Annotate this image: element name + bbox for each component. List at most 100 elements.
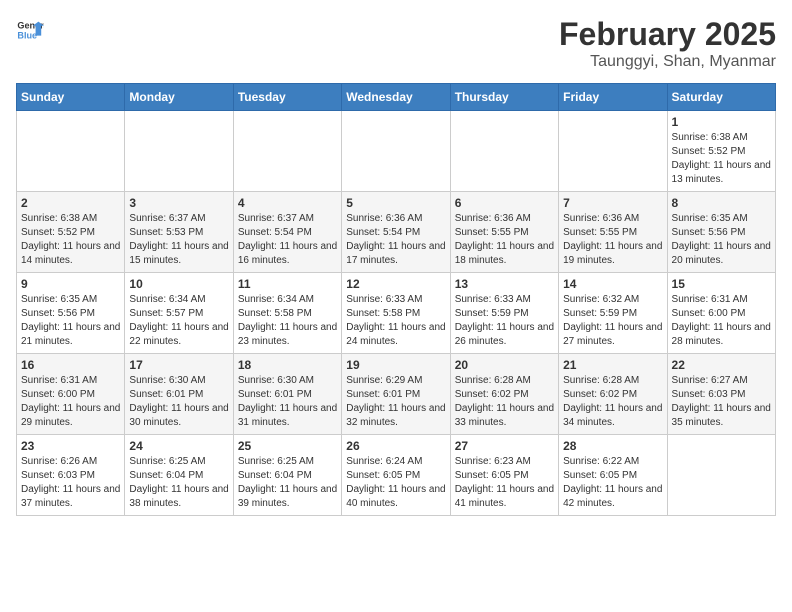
weekday-header-friday: Friday <box>559 84 667 111</box>
calendar-cell: 10Sunrise: 6:34 AM Sunset: 5:57 PM Dayli… <box>125 273 233 354</box>
day-info: Sunrise: 6:30 AM Sunset: 6:01 PM Dayligh… <box>238 374 337 430</box>
day-info: Sunrise: 6:35 AM Sunset: 5:56 PM Dayligh… <box>672 212 771 268</box>
calendar-cell: 19Sunrise: 6:29 AM Sunset: 6:01 PM Dayli… <box>342 354 450 435</box>
day-number: 10 <box>129 277 228 291</box>
calendar-cell: 20 Sunrise: 6:28 AM Sunset: 6:02 PM Dayli… <box>450 354 558 435</box>
day-info: Sunrise: 6:23 AM Sunset: 6:05 PM Dayligh… <box>455 455 554 511</box>
day-number: 3 <box>129 196 228 210</box>
day-info: Sunrise: 6:34 AM Sunset: 5:58 PM Dayligh… <box>238 293 337 349</box>
calendar-cell <box>450 111 558 192</box>
day-number: 25 <box>238 439 337 453</box>
day-number: 16 <box>21 358 120 372</box>
day-number: 8 <box>672 196 771 210</box>
calendar-cell: 17Sunrise: 6:30 AM Sunset: 6:01 PM Dayli… <box>125 354 233 435</box>
day-number: 7 <box>563 196 662 210</box>
logo-icon: General Blue <box>16 16 44 44</box>
calendar-cell: 26 Sunrise: 6:24 AM Sunset: 6:05 PM Dayli… <box>342 435 450 516</box>
day-info: Sunrise: 6:33 AM Sunset: 5:59 PM Dayligh… <box>455 293 554 349</box>
calendar-cell: 18 Sunrise: 6:30 AM Sunset: 6:01 PM Dayli… <box>233 354 341 435</box>
header: General Blue February 2025 Taunggyi, Sha… <box>16 16 776 71</box>
day-number: 14 <box>563 277 662 291</box>
day-info: Sunrise: 6:31 AM Sunset: 6:00 PM Dayligh… <box>21 374 120 430</box>
day-number: 21 <box>563 358 662 372</box>
calendar-cell: 25Sunrise: 6:25 AM Sunset: 6:04 PM Dayli… <box>233 435 341 516</box>
calendar-cell: 14 Sunrise: 6:32 AM Sunset: 5:59 PM Dayli… <box>559 273 667 354</box>
day-number: 4 <box>238 196 337 210</box>
day-info: Sunrise: 6:38 AM Sunset: 5:52 PM Dayligh… <box>672 131 771 187</box>
day-number: 26 <box>346 439 445 453</box>
week-row-5: 23 Sunrise: 6:26 AM Sunset: 6:03 PM Dayli… <box>17 435 776 516</box>
day-number: 22 <box>672 358 771 372</box>
day-info: Sunrise: 6:33 AM Sunset: 5:58 PM Dayligh… <box>346 293 445 349</box>
calendar-cell <box>17 111 125 192</box>
week-row-1: 1 Sunrise: 6:38 AM Sunset: 5:52 PM Daylig… <box>17 111 776 192</box>
calendar-cell: 2 Sunrise: 6:38 AM Sunset: 5:52 PM Daylig… <box>17 192 125 273</box>
day-info: Sunrise: 6:24 AM Sunset: 6:05 PM Dayligh… <box>346 455 445 511</box>
calendar-cell: 15 Sunrise: 6:31 AM Sunset: 6:00 PM Dayli… <box>667 273 775 354</box>
day-info: Sunrise: 6:22 AM Sunset: 6:05 PM Dayligh… <box>563 455 662 511</box>
day-info: Sunrise: 6:36 AM Sunset: 5:54 PM Dayligh… <box>346 212 445 268</box>
title-area: February 2025 Taunggyi, Shan, Myanmar <box>559 16 776 71</box>
day-number: 2 <box>21 196 120 210</box>
day-number: 11 <box>238 277 337 291</box>
calendar-cell: 23 Sunrise: 6:26 AM Sunset: 6:03 PM Dayli… <box>17 435 125 516</box>
calendar-cell: 4 Sunrise: 6:37 AM Sunset: 5:54 PM Daylig… <box>233 192 341 273</box>
day-number: 6 <box>455 196 554 210</box>
calendar-cell: 11 Sunrise: 6:34 AM Sunset: 5:58 PM Dayli… <box>233 273 341 354</box>
day-info: Sunrise: 6:37 AM Sunset: 5:53 PM Dayligh… <box>129 212 228 268</box>
calendar-cell <box>233 111 341 192</box>
calendar-cell: 21 Sunrise: 6:28 AM Sunset: 6:02 PM Dayli… <box>559 354 667 435</box>
day-info: Sunrise: 6:32 AM Sunset: 5:59 PM Dayligh… <box>563 293 662 349</box>
day-info: Sunrise: 6:36 AM Sunset: 5:55 PM Dayligh… <box>455 212 554 268</box>
day-number: 5 <box>346 196 445 210</box>
day-info: Sunrise: 6:31 AM Sunset: 6:00 PM Dayligh… <box>672 293 771 349</box>
calendar-cell <box>125 111 233 192</box>
day-number: 15 <box>672 277 771 291</box>
day-info: Sunrise: 6:36 AM Sunset: 5:55 PM Dayligh… <box>563 212 662 268</box>
svg-text:Blue: Blue <box>17 30 37 40</box>
day-info: Sunrise: 6:25 AM Sunset: 6:04 PM Dayligh… <box>129 455 228 511</box>
day-info: Sunrise: 6:26 AM Sunset: 6:03 PM Dayligh… <box>21 455 120 511</box>
day-number: 12 <box>346 277 445 291</box>
calendar-cell: 24 Sunrise: 6:25 AM Sunset: 6:04 PM Dayli… <box>125 435 233 516</box>
day-info: Sunrise: 6:35 AM Sunset: 5:56 PM Dayligh… <box>21 293 120 349</box>
calendar-cell: 22Sunrise: 6:27 AM Sunset: 6:03 PM Dayli… <box>667 354 775 435</box>
week-row-2: 2 Sunrise: 6:38 AM Sunset: 5:52 PM Daylig… <box>17 192 776 273</box>
weekday-header-row: SundayMondayTuesdayWednesdayThursdayFrid… <box>17 84 776 111</box>
weekday-header-thursday: Thursday <box>450 84 558 111</box>
day-number: 1 <box>672 115 771 129</box>
calendar-cell: 3 Sunrise: 6:37 AM Sunset: 5:53 PM Daylig… <box>125 192 233 273</box>
calendar-cell: 6 Sunrise: 6:36 AM Sunset: 5:55 PM Daylig… <box>450 192 558 273</box>
day-number: 24 <box>129 439 228 453</box>
day-info: Sunrise: 6:28 AM Sunset: 6:02 PM Dayligh… <box>455 374 554 430</box>
calendar-table: SundayMondayTuesdayWednesdayThursdayFrid… <box>16 83 776 516</box>
day-info: Sunrise: 6:38 AM Sunset: 5:52 PM Dayligh… <box>21 212 120 268</box>
calendar-cell: 13 Sunrise: 6:33 AM Sunset: 5:59 PM Dayli… <box>450 273 558 354</box>
calendar-cell <box>667 435 775 516</box>
calendar-cell: 1 Sunrise: 6:38 AM Sunset: 5:52 PM Daylig… <box>667 111 775 192</box>
calendar-cell <box>342 111 450 192</box>
day-info: Sunrise: 6:37 AM Sunset: 5:54 PM Dayligh… <box>238 212 337 268</box>
logo: General Blue <box>16 16 44 44</box>
day-number: 17 <box>129 358 228 372</box>
day-number: 18 <box>238 358 337 372</box>
week-row-4: 16 Sunrise: 6:31 AM Sunset: 6:00 PM Dayli… <box>17 354 776 435</box>
week-row-3: 9Sunrise: 6:35 AM Sunset: 5:56 PM Daylig… <box>17 273 776 354</box>
calendar-cell <box>559 111 667 192</box>
day-info: Sunrise: 6:28 AM Sunset: 6:02 PM Dayligh… <box>563 374 662 430</box>
day-number: 19 <box>346 358 445 372</box>
calendar-cell: 12 Sunrise: 6:33 AM Sunset: 5:58 PM Dayli… <box>342 273 450 354</box>
weekday-header-saturday: Saturday <box>667 84 775 111</box>
calendar-cell: 16 Sunrise: 6:31 AM Sunset: 6:00 PM Dayli… <box>17 354 125 435</box>
day-number: 13 <box>455 277 554 291</box>
calendar-cell: 8 Sunrise: 6:35 AM Sunset: 5:56 PM Daylig… <box>667 192 775 273</box>
day-number: 20 <box>455 358 554 372</box>
day-number: 28 <box>563 439 662 453</box>
calendar-cell: 9Sunrise: 6:35 AM Sunset: 5:56 PM Daylig… <box>17 273 125 354</box>
weekday-header-wednesday: Wednesday <box>342 84 450 111</box>
weekday-header-tuesday: Tuesday <box>233 84 341 111</box>
calendar-cell: 28 Sunrise: 6:22 AM Sunset: 6:05 PM Dayli… <box>559 435 667 516</box>
day-number: 23 <box>21 439 120 453</box>
day-number: 27 <box>455 439 554 453</box>
calendar-cell: 27 Sunrise: 6:23 AM Sunset: 6:05 PM Dayli… <box>450 435 558 516</box>
